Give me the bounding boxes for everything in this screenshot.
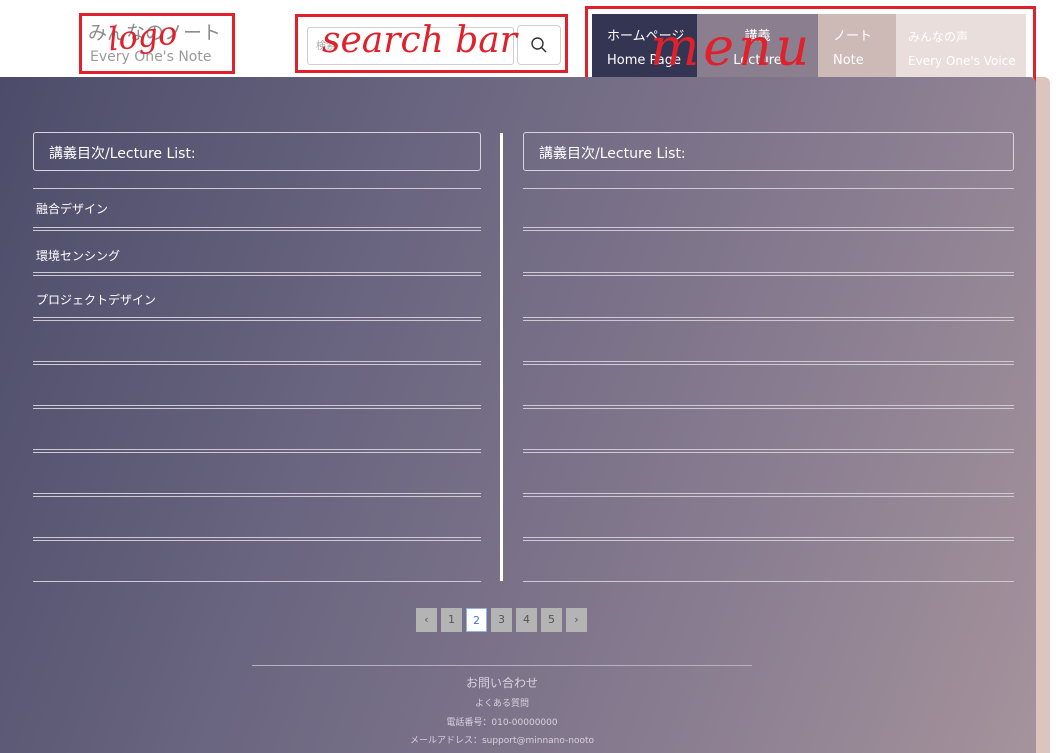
pagination-page-2[interactable]: 2	[466, 608, 487, 632]
lecture-item[interactable]: プロジェクトデザイン	[36, 291, 156, 308]
row-divider	[523, 188, 1014, 189]
menu-item-home[interactable]: ホームページ Home Page	[592, 14, 697, 78]
lecture-list-title-left: 講義目次/Lecture List:	[33, 132, 481, 171]
pagination-page-5[interactable]: 5	[541, 608, 562, 632]
row-divider	[523, 227, 1014, 231]
search-bar: search bar	[295, 14, 568, 73]
lecture-panel: 講義目次/Lecture List: 講義目次/Lecture List: 融合…	[0, 77, 1036, 753]
row-divider	[523, 317, 1014, 321]
row-divider	[523, 272, 1014, 276]
footer-contact-link[interactable]: お問い合わせ	[0, 674, 1004, 691]
menu-item-lecture-en: Lecture	[733, 53, 782, 68]
pagination-page-1[interactable]: 1	[441, 608, 462, 632]
lecture-item[interactable]: 融合デザイン	[36, 200, 108, 217]
row-divider	[33, 317, 481, 321]
row-divider	[33, 581, 481, 582]
pagination-page-4[interactable]: 4	[516, 608, 537, 632]
search-input[interactable]	[307, 27, 514, 65]
pagination-next-button[interactable]: ›	[566, 608, 587, 632]
menu-item-voice[interactable]: みんなの声 Every One's Voice	[896, 14, 1026, 78]
menu-item-home-jp: ホームページ	[607, 29, 685, 44]
menu-item-home-en: Home Page	[607, 53, 681, 68]
row-divider	[523, 493, 1014, 497]
logo[interactable]: みんなのノート Every One's Note logo	[79, 13, 235, 74]
row-divider	[523, 361, 1014, 365]
row-divider	[523, 405, 1014, 409]
pagination-prev-button[interactable]: ‹	[416, 608, 437, 632]
row-divider	[523, 537, 1014, 541]
footer-phone: 電話番号：010-00000000	[446, 718, 558, 728]
row-divider	[33, 493, 481, 497]
footer-faq-link[interactable]: よくある質問	[0, 696, 1004, 709]
footer-email: メールアドレス：support@minnano-nooto	[409, 736, 595, 746]
search-icon	[531, 37, 547, 53]
row-divider	[33, 188, 481, 189]
row-divider	[33, 537, 481, 541]
search-button[interactable]	[517, 25, 561, 65]
page-margin	[1050, 77, 1061, 753]
footer-divider	[252, 665, 752, 666]
menu-item-lecture-jp: 講義	[744, 29, 771, 44]
menu-item-voice-jp: みんなの声	[908, 30, 969, 44]
lecture-item[interactable]: 環境センシング	[36, 247, 120, 264]
menu-item-note[interactable]: ノート Note	[818, 14, 896, 78]
row-divider	[523, 449, 1014, 453]
lecture-list-title-right: 講義目次/Lecture List:	[523, 132, 1014, 171]
pagination-page-3[interactable]: 3	[491, 608, 512, 632]
row-divider	[33, 449, 481, 453]
menu-item-lecture[interactable]: 講義 Lecture	[697, 14, 818, 78]
pagination: ‹ 1 2 3 4 5 ›	[416, 608, 587, 632]
row-divider	[523, 581, 1014, 582]
row-divider	[33, 361, 481, 365]
page: みんなのノート Every One's Note logo search bar…	[0, 0, 1061, 753]
menu-item-voice-en: Every One's Voice	[908, 54, 1016, 68]
row-divider	[33, 227, 481, 231]
menu-item-note-en: Note	[833, 53, 864, 68]
row-divider	[33, 405, 481, 409]
menu-item-note-jp: ノート	[833, 29, 873, 44]
logo-title-jp: みんなのノート	[88, 22, 222, 44]
logo-title-en: Every One's Note	[90, 49, 212, 65]
panel-edge	[1036, 77, 1050, 753]
column-divider	[500, 133, 503, 581]
row-divider	[33, 272, 481, 276]
main-menu: ホームページ Home Page 講義 Lecture ノート Note みんな…	[585, 6, 1036, 83]
